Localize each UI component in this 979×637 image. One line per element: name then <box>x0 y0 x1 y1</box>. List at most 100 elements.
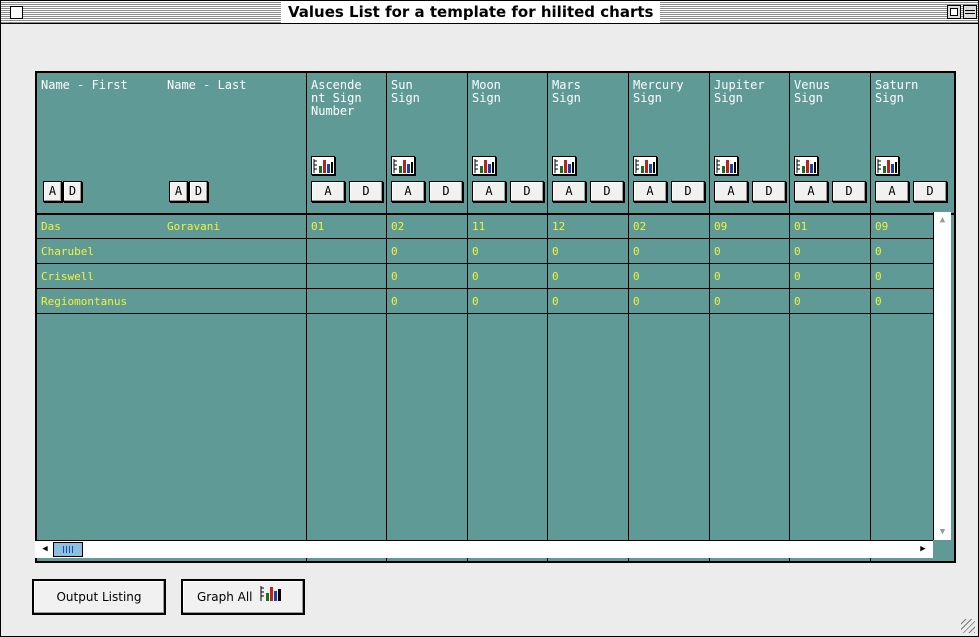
table-cell[interactable]: Goravani <box>167 215 220 238</box>
sort-ascending-button[interactable]: A <box>472 181 506 202</box>
sort-buttons: AD <box>633 181 709 202</box>
sort-buttons: AD <box>875 181 951 202</box>
sort-descending-button[interactable]: D <box>429 181 463 202</box>
bar-chart-icon[interactable] <box>311 156 335 175</box>
table-cell[interactable]: 02 <box>391 215 404 238</box>
bar-chart-icon[interactable] <box>794 156 818 175</box>
bar-chart-icon[interactable] <box>552 156 576 175</box>
zoom-box-icon[interactable] <box>947 5 961 19</box>
scroll-right-arrow-icon[interactable]: ▶ <box>915 541 931 558</box>
bar-chart-icon[interactable] <box>391 156 415 175</box>
sort-buttons: AD <box>391 181 467 202</box>
sort-descending-button[interactable]: D <box>63 181 82 202</box>
bar-chart-icon[interactable] <box>714 156 738 175</box>
sort-descending-button[interactable]: D <box>510 181 544 202</box>
output-listing-button[interactable]: Output Listing <box>32 579 166 615</box>
table-cell[interactable]: 12 <box>552 215 565 238</box>
sort-descending-button[interactable]: D <box>590 181 624 202</box>
column-header-last-name: Name - Last <box>167 78 247 92</box>
sort-ascending-button[interactable]: A <box>43 181 62 202</box>
table-row[interactable]: Criswell 0 0 0 0 0 0 0 <box>37 265 936 289</box>
sort-ascending-button[interactable]: A <box>714 181 748 202</box>
column-mars: Mars Sign <box>548 73 629 561</box>
table-cell[interactable]: 0 <box>714 290 721 313</box>
column-jupiter: Jupiter Sign <box>710 73 790 561</box>
sort-buttons-first-name: A D <box>43 181 82 202</box>
sort-ascending-button[interactable]: A <box>391 181 425 202</box>
bar-chart-icon[interactable] <box>633 156 657 175</box>
sort-ascending-button[interactable]: A <box>552 181 586 202</box>
sort-ascending-button[interactable]: A <box>633 181 667 202</box>
table-cell[interactable]: 0 <box>875 290 882 313</box>
title-bar[interactable]: Values List for a template for hilited c… <box>1 1 978 24</box>
table-cell[interactable]: 11 <box>472 215 485 238</box>
sort-descending-button[interactable]: D <box>913 181 947 202</box>
table-cell[interactable]: Das <box>41 215 61 238</box>
scroll-left-arrow-icon[interactable]: ◀ <box>37 541 53 558</box>
sort-descending-button[interactable]: D <box>832 181 866 202</box>
table-cell[interactable]: 0 <box>552 290 559 313</box>
table-row[interactable]: Regiomontanus 0 0 0 0 0 0 0 <box>37 290 936 314</box>
table-cell[interactable]: Criswell <box>41 265 94 288</box>
table-cell[interactable]: Regiomontanus <box>41 290 127 313</box>
sort-descending-button[interactable]: D <box>671 181 705 202</box>
window: Values List for a template for hilited c… <box>0 0 979 637</box>
table-cell[interactable]: 0 <box>552 265 559 288</box>
table-cell[interactable]: 0 <box>472 290 479 313</box>
table-cell[interactable]: 0 <box>633 290 640 313</box>
table-cell[interactable]: Charubel <box>41 240 94 263</box>
table-cell[interactable]: 0 <box>794 265 801 288</box>
column-ascendent: Ascende nt Sign Number <box>307 73 387 561</box>
table-cell[interactable]: 02 <box>633 215 646 238</box>
resize-grip-icon[interactable] <box>961 619 975 633</box>
column-header-saturn: Saturn Sign <box>875 78 919 105</box>
bar-chart-icon <box>260 582 282 614</box>
table-cell[interactable]: 0 <box>714 265 721 288</box>
sort-descending-button[interactable]: D <box>349 181 383 202</box>
table-cell[interactable]: 0 <box>633 265 640 288</box>
sort-buttons: AD <box>311 181 387 202</box>
sort-descending-button[interactable]: D <box>752 181 786 202</box>
graph-all-button[interactable]: Graph All <box>181 579 305 615</box>
table-cell[interactable]: 0 <box>391 240 398 263</box>
collapse-box-icon[interactable] <box>963 5 977 19</box>
column-mercury: Mercury Sign <box>629 73 710 561</box>
scroll-down-arrow-icon[interactable]: ▼ <box>934 524 951 540</box>
scroll-thumb[interactable] <box>53 542 83 557</box>
table-cell[interactable]: 09 <box>714 215 727 238</box>
table-row[interactable]: Das Goravani 01 02 11 12 02 09 01 09 <box>37 215 936 239</box>
table-cell[interactable]: 0 <box>875 240 882 263</box>
table-row[interactable]: Charubel 0 0 0 0 0 0 0 <box>37 240 936 264</box>
values-grid: Name - First Name - Last A D A D Ascende… <box>35 71 956 563</box>
sort-buttons: AD <box>472 181 548 202</box>
vertical-scrollbar[interactable]: ▲ ▼ <box>933 212 951 540</box>
column-header-venus: Venus Sign <box>794 78 831 105</box>
sort-buttons: AD <box>794 181 870 202</box>
table-cell[interactable]: 0 <box>875 265 882 288</box>
table-cell[interactable]: 0 <box>633 240 640 263</box>
column-name: Name - First Name - Last A D A D <box>37 73 307 561</box>
scroll-up-arrow-icon[interactable]: ▲ <box>934 212 951 228</box>
table-cell[interactable]: 0 <box>472 240 479 263</box>
table-cell[interactable]: 09 <box>875 215 888 238</box>
bar-chart-icon[interactable] <box>472 156 496 175</box>
table-cell[interactable]: 0 <box>552 240 559 263</box>
table-cell[interactable]: 0 <box>472 265 479 288</box>
table-cell[interactable]: 0 <box>794 240 801 263</box>
sort-ascending-button[interactable]: A <box>169 181 188 202</box>
table-cell[interactable]: 01 <box>311 215 324 238</box>
table-cell[interactable]: 0 <box>391 290 398 313</box>
table-cell[interactable]: 01 <box>794 215 807 238</box>
sort-ascending-button[interactable]: A <box>311 181 345 202</box>
close-box-icon[interactable] <box>10 6 23 19</box>
sort-ascending-button[interactable]: A <box>794 181 828 202</box>
horizontal-scrollbar[interactable]: ◀ ▶ <box>35 540 933 558</box>
table-cell[interactable]: 0 <box>391 265 398 288</box>
bar-chart-icon[interactable] <box>875 156 899 175</box>
sort-descending-button[interactable]: D <box>189 181 208 202</box>
sort-ascending-button[interactable]: A <box>875 181 909 202</box>
table-cell[interactable]: 0 <box>714 240 721 263</box>
column-header-mercury: Mercury Sign <box>633 78 684 105</box>
table-cell[interactable]: 0 <box>794 290 801 313</box>
window-title: Values List for a template for hilited c… <box>281 1 661 23</box>
